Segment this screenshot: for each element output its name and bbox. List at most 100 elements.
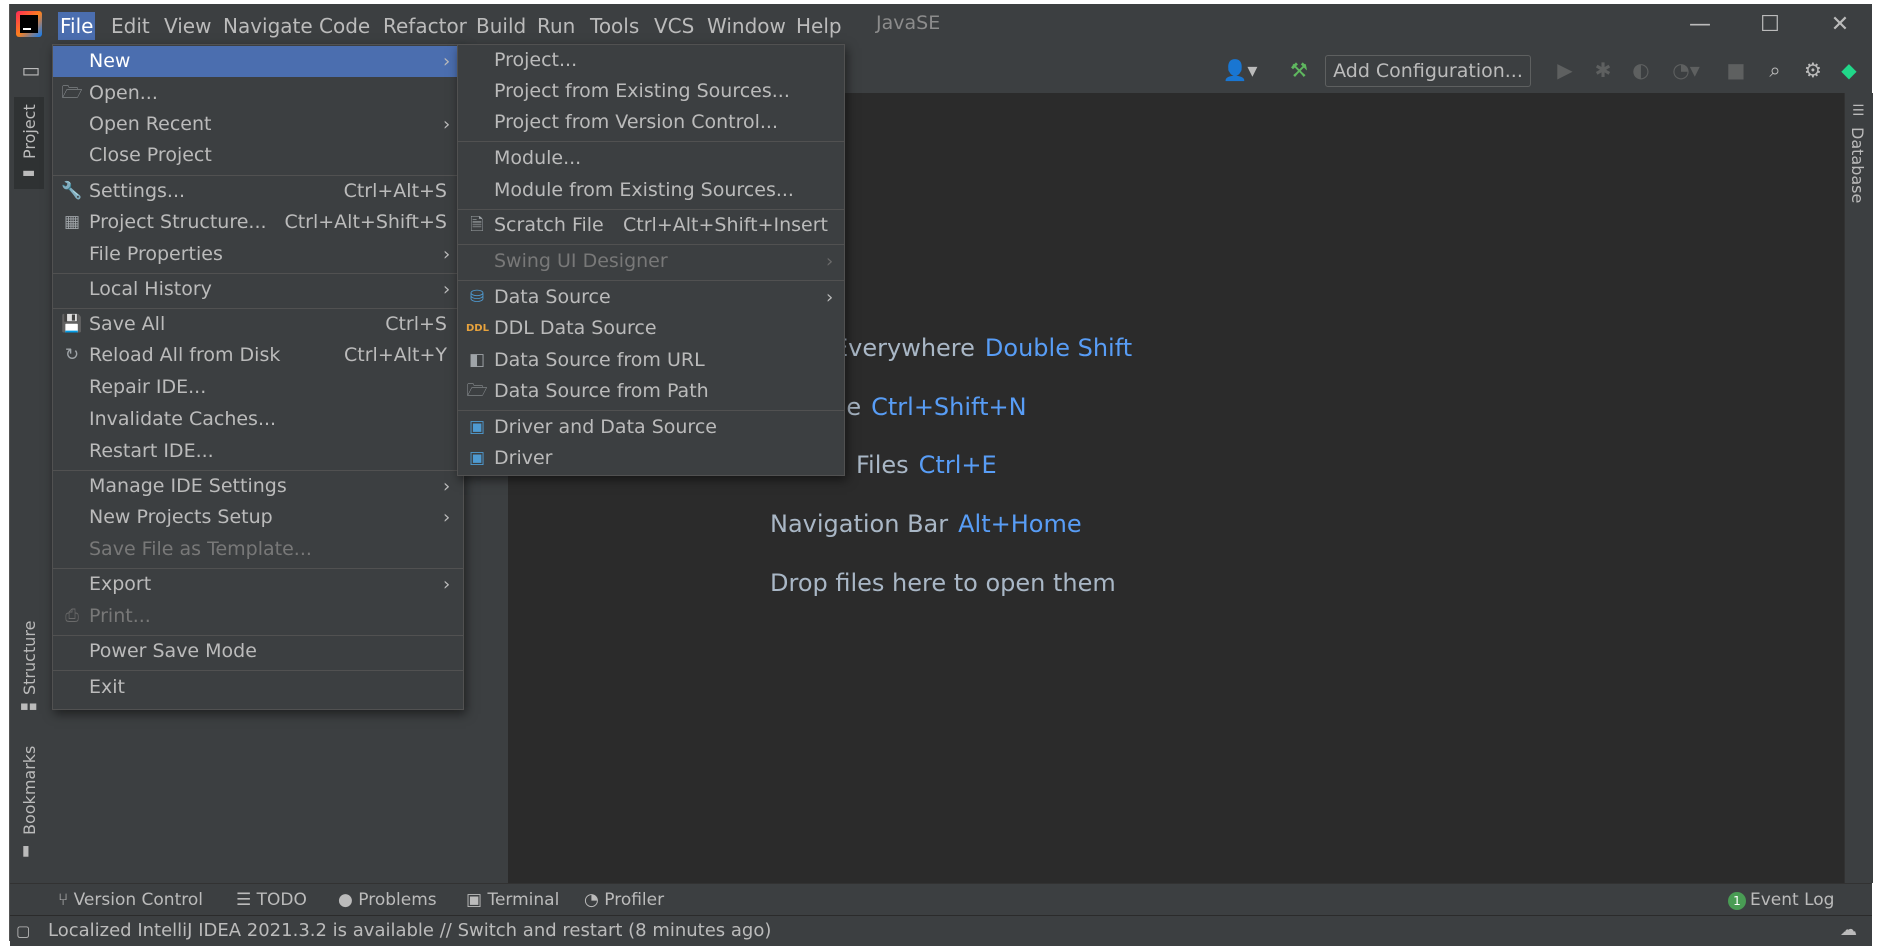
- file-menu-export[interactable]: Export ›: [53, 569, 463, 600]
- hint-key: Double Shift: [984, 334, 1133, 362]
- build-hammer-icon[interactable]: ⚒: [1286, 57, 1312, 83]
- file-menu-file-properties[interactable]: File Properties ›: [53, 239, 463, 270]
- file-menu: New › 🗁 Open... Open Recent › Close Project…: [52, 44, 464, 710]
- new-data-source-from-path[interactable]: 🗁 Data Source from Path: [458, 376, 844, 407]
- profile-icon[interactable]: ◔▾: [1666, 57, 1706, 83]
- debug-icon[interactable]: ✱: [1590, 57, 1616, 83]
- new-scratch-file[interactable]: 🗎 Scratch File Ctrl+Alt+Shift+Insert: [458, 210, 844, 241]
- hint-recent-files: Files Ctrl+E: [856, 451, 997, 479]
- file-menu-project-structure[interactable]: ▦ Project Structure... Ctrl+Alt+Shift+S: [53, 207, 463, 238]
- menu-separator: [458, 141, 844, 142]
- file-menu-new-projects-setup[interactable]: New Projects Setup ›: [53, 502, 463, 533]
- menu-file[interactable]: File: [58, 12, 96, 40]
- hint-navigation-bar: Navigation Bar Alt+Home: [770, 510, 1082, 538]
- file-menu-open[interactable]: 🗁 Open...: [53, 78, 463, 109]
- close-icon[interactable]: ✕: [1820, 10, 1860, 40]
- stop-icon[interactable]: ■: [1723, 57, 1749, 83]
- project-tool-tab[interactable]: Project ▬: [14, 97, 44, 189]
- file-menu-new[interactable]: New ›: [53, 46, 463, 77]
- toggle-tool-windows-icon[interactable]: ▢: [16, 922, 30, 940]
- menu-code[interactable]: Code: [317, 12, 372, 40]
- url-datasource-icon: ◧: [468, 350, 486, 370]
- driver-icon: ▣: [468, 417, 486, 437]
- file-menu-save-all[interactable]: 💾 Save All Ctrl+S: [53, 309, 463, 340]
- hint-key: Alt+Home: [958, 510, 1082, 538]
- file-menu-print[interactable]: ⎙ Print...: [53, 601, 463, 632]
- new-data-source[interactable]: ⛁ Data Source ›: [458, 282, 844, 313]
- title-bar: File Edit View Navigate Code Refactor Bu…: [10, 4, 1872, 47]
- maximize-icon[interactable]: ☐: [1750, 10, 1790, 40]
- file-menu-power-save-mode[interactable]: Power Save Mode: [53, 636, 463, 667]
- menu-build[interactable]: Build: [474, 12, 528, 40]
- file-menu-manage-ide-settings[interactable]: Manage IDE Settings ›: [53, 471, 463, 502]
- profiler-tab[interactable]: ◔ Profiler: [584, 890, 664, 910]
- database-icon: ☰: [1852, 103, 1865, 119]
- menu-separator: [458, 410, 844, 411]
- menu-help[interactable]: Help: [794, 12, 844, 40]
- list-icon: ☰: [236, 890, 257, 910]
- code-with-me-icon[interactable]: ◆: [1836, 57, 1862, 83]
- problems-tab[interactable]: ● Problems: [338, 890, 437, 910]
- notification-icon[interactable]: ☁: [1840, 920, 1857, 940]
- add-configuration-button[interactable]: Add Configuration...: [1325, 55, 1531, 87]
- file-menu-close-project[interactable]: Close Project: [53, 140, 463, 171]
- file-menu-save-file-as-template[interactable]: Save File as Template...: [53, 534, 463, 565]
- menu-tools[interactable]: Tools: [588, 12, 641, 40]
- coverage-icon[interactable]: ◐: [1628, 57, 1654, 83]
- minimize-icon[interactable]: —: [1680, 10, 1720, 40]
- menu-window[interactable]: Window: [705, 12, 788, 40]
- menu-run[interactable]: Run: [535, 12, 577, 40]
- event-log-tab[interactable]: 1 Event Log: [1728, 890, 1834, 910]
- new-submenu: Project... Project from Existing Sources…: [457, 44, 845, 476]
- search-icon[interactable]: ⌕: [1762, 57, 1788, 83]
- file-menu-reload[interactable]: ↻ Reload All from Disk Ctrl+Alt+Y: [53, 340, 463, 371]
- new-swing-ui-designer[interactable]: Swing UI Designer ›: [458, 246, 844, 277]
- branch-icon: ⑂: [58, 890, 74, 910]
- new-project[interactable]: Project...: [458, 45, 844, 76]
- hint-search-everywhere: Everywhere Double Shift: [833, 334, 1133, 362]
- new-module[interactable]: Module...: [458, 143, 844, 174]
- user-account-icon[interactable]: 👤▾: [1220, 57, 1260, 83]
- new-ddl-data-source[interactable]: DDL DDL Data Source: [458, 313, 844, 344]
- new-data-source-from-url[interactable]: ◧ Data Source from URL: [458, 345, 844, 376]
- run-icon[interactable]: ▶: [1552, 57, 1578, 83]
- left-tool-strip: Project ▬ Structure ▪▪ Bookmarks ▮: [10, 93, 49, 883]
- bookmarks-tool-label[interactable]: Bookmarks: [20, 746, 39, 835]
- driver-icon: ▣: [468, 448, 486, 468]
- intellij-logo-icon: [16, 11, 42, 37]
- database-icon: ⛁: [469, 287, 485, 307]
- file-menu-exit[interactable]: Exit: [53, 672, 463, 703]
- version-control-tab[interactable]: ⑂ Version Control: [58, 890, 203, 910]
- terminal-tab[interactable]: ▣ Terminal: [466, 890, 559, 910]
- file-menu-settings[interactable]: 🔧 Settings... Ctrl+Alt+S: [53, 176, 463, 207]
- menu-view[interactable]: View: [162, 12, 213, 40]
- todo-tab[interactable]: ☰ TODO: [236, 890, 307, 910]
- file-menu-repair-ide[interactable]: Repair IDE...: [53, 372, 463, 403]
- menu-edit[interactable]: Edit: [109, 12, 152, 40]
- new-project-from-vcs[interactable]: Project from Version Control...: [458, 107, 844, 138]
- file-menu-local-history[interactable]: Local History ›: [53, 274, 463, 305]
- wrench-icon: 🔧: [61, 181, 83, 201]
- new-module-from-existing-sources[interactable]: Module from Existing Sources...: [458, 175, 844, 206]
- menu-separator: [458, 280, 844, 281]
- ddl-icon: DDL: [466, 323, 489, 334]
- status-message[interactable]: Localized IntelliJ IDEA 2021.3.2 is avai…: [48, 920, 771, 941]
- new-project-from-existing-sources[interactable]: Project from Existing Sources...: [458, 76, 844, 107]
- project-view-icon[interactable]: ▭: [18, 57, 44, 83]
- gear-icon[interactable]: ⚙: [1800, 57, 1826, 83]
- scratch-file-icon: 🗎: [470, 215, 484, 235]
- terminal-icon: ▣: [466, 890, 488, 910]
- menu-navigate[interactable]: Navigate: [221, 12, 315, 40]
- new-driver[interactable]: ▣ Driver: [458, 443, 844, 474]
- menu-vcs[interactable]: VCS: [652, 12, 696, 40]
- file-menu-open-recent[interactable]: Open Recent ›: [53, 109, 463, 140]
- file-menu-invalidate-caches[interactable]: Invalidate Caches...: [53, 404, 463, 435]
- file-menu-restart-ide[interactable]: Restart IDE...: [53, 436, 463, 467]
- new-driver-and-data-source[interactable]: ▣ Driver and Data Source: [458, 412, 844, 443]
- event-count-badge: 1: [1728, 892, 1746, 910]
- menu-separator: [458, 244, 844, 245]
- database-tool-label[interactable]: Database: [1848, 127, 1867, 203]
- bookmark-icon: ▮: [22, 843, 30, 859]
- structure-tool-label[interactable]: Structure: [20, 621, 39, 695]
- menu-refactor[interactable]: Refactor: [381, 12, 469, 40]
